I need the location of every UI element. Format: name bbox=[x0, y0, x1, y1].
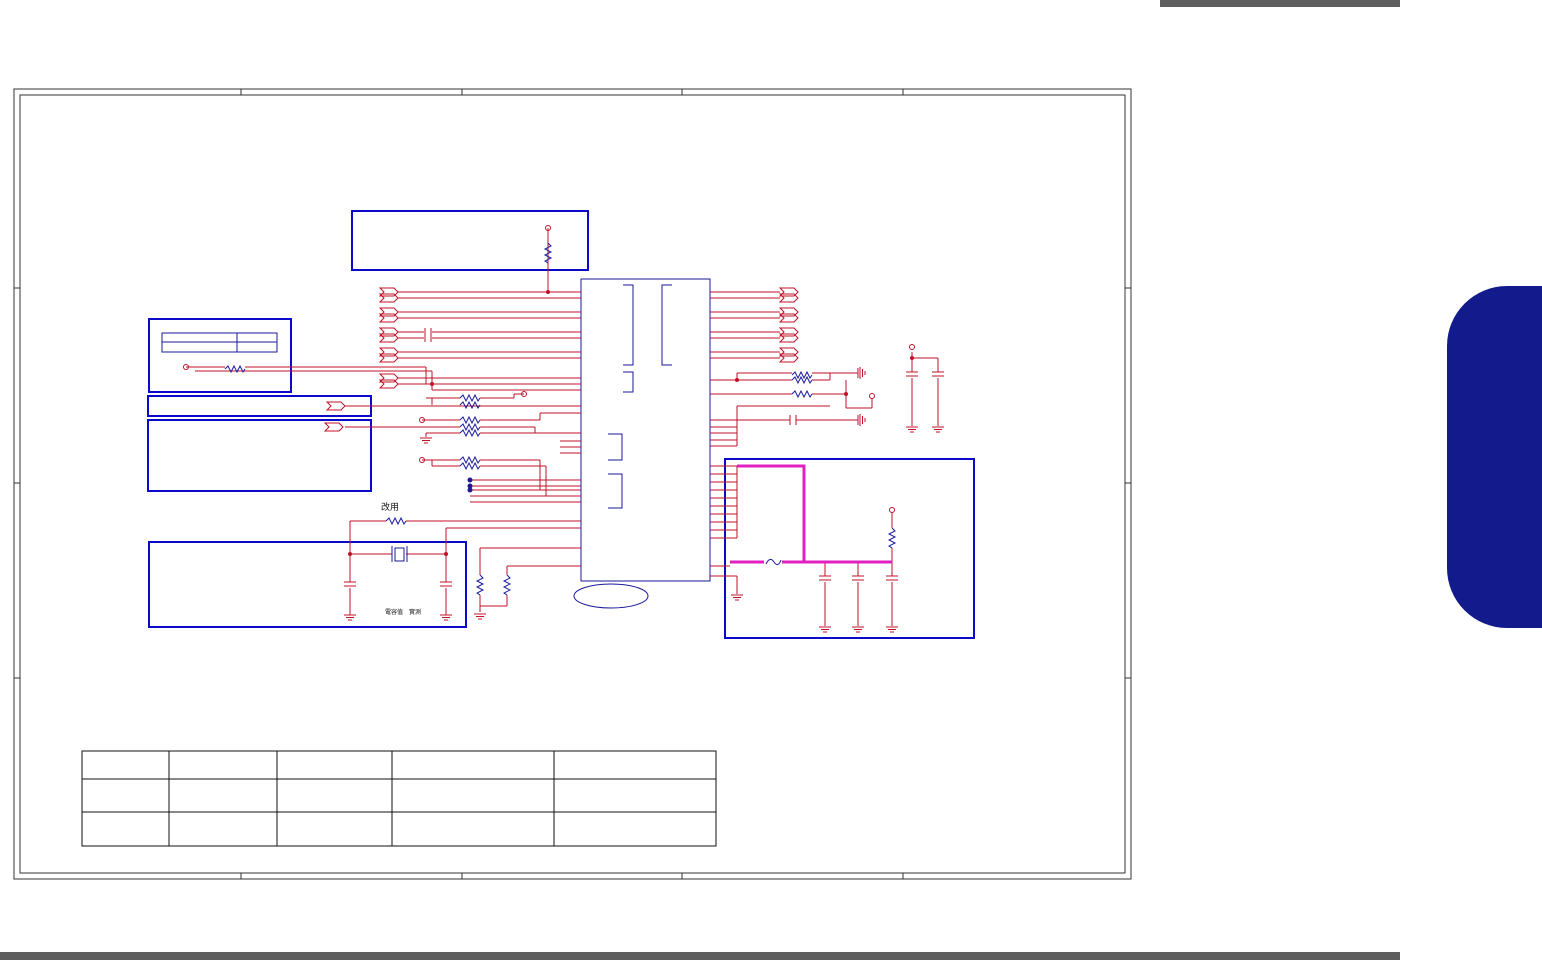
title-block-mask bbox=[868, 797, 1124, 872]
main-ic bbox=[573, 278, 711, 609]
sheet-frame bbox=[13, 88, 1132, 880]
right-ports bbox=[779, 287, 799, 363]
capacitor-note: 電容值 實測 bbox=[385, 608, 421, 616]
left-signal-wires bbox=[186, 228, 581, 615]
ferrite-bead bbox=[765, 558, 782, 566]
highlighted-power-net bbox=[730, 464, 892, 564]
mini-table bbox=[161, 332, 278, 353]
annotation-boxes bbox=[147, 210, 975, 639]
junction-dots bbox=[183, 225, 551, 556]
crystal-change-label: 改用 bbox=[381, 501, 399, 513]
crystal bbox=[391, 546, 408, 562]
revision-table bbox=[81, 750, 717, 847]
left-ports bbox=[324, 287, 399, 432]
schematic-diagram: 改用 電容值 實測 bbox=[13, 88, 1132, 880]
right-junction-dots bbox=[735, 344, 915, 513]
